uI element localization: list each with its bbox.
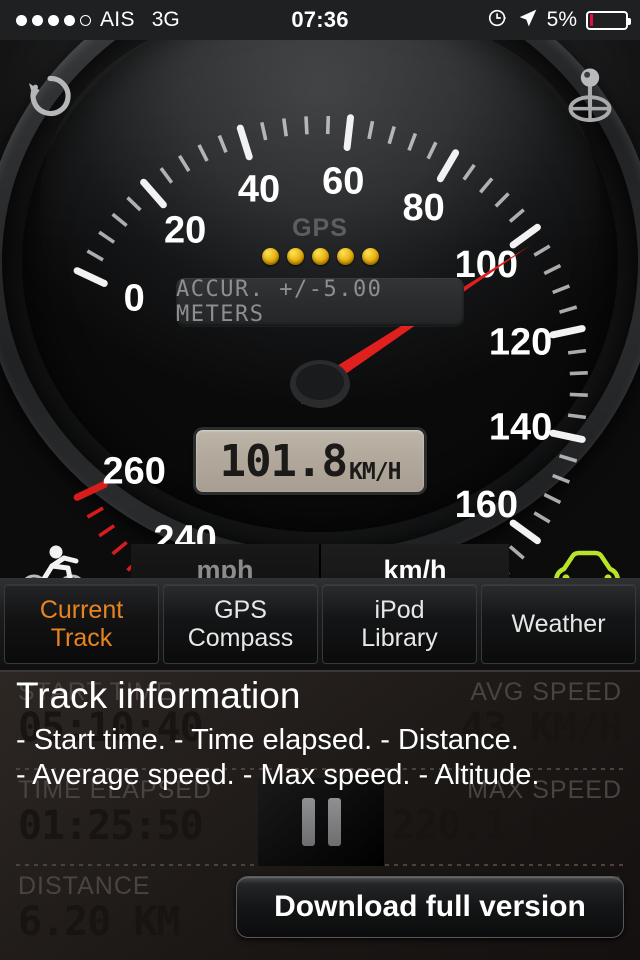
- tab-label-line2: Library: [361, 624, 438, 652]
- gps-signal-dot: [361, 248, 379, 265]
- gps-signal-dot: [261, 248, 279, 265]
- unit-option-imperial[interactable]: mph IMPERIAL: [131, 544, 319, 578]
- gauge-tick-label: 0: [124, 277, 145, 319]
- status-bar: AIS 3G 07:36 5%: [0, 0, 640, 40]
- stat-value: 05:10:40: [18, 705, 204, 751]
- reset-arrow-icon: [22, 68, 78, 129]
- stat-start-time: START TIME 05:10:40: [18, 678, 318, 751]
- gps-signal-dot: [336, 248, 354, 265]
- battery-icon: [586, 10, 631, 30]
- stat-value: 43 KM/H: [460, 705, 623, 751]
- accuracy-text: ACCUR. +/-5.00 METERS: [176, 277, 383, 327]
- gear-shift-icon: [562, 65, 618, 132]
- accuracy-display: ACCUR. +/-5.00 METERS: [176, 277, 464, 327]
- tab-weather[interactable]: Weather: [481, 584, 636, 664]
- tab-label-line1: iPod: [374, 596, 425, 624]
- tab-label-line1: GPS: [214, 596, 267, 624]
- gauge-tick-label: 40: [238, 168, 280, 210]
- gps-label: GPS: [292, 214, 348, 242]
- tab-label-line1: Current: [39, 596, 124, 624]
- metric-unit-label: km/h: [383, 554, 447, 578]
- settings-button[interactable]: [544, 52, 636, 144]
- download-button-label: Download full version: [274, 890, 586, 923]
- tab-gps[interactable]: GPS Compass: [163, 584, 318, 664]
- tab-label-line2: Track: [50, 624, 113, 652]
- status-bar-clock: 07:36: [291, 7, 349, 32]
- tab-current[interactable]: Current Track: [4, 584, 159, 664]
- gps-signal-dots: [0, 248, 640, 265]
- speedometer-panel: 020406080100120140160180200220240260: [0, 40, 640, 578]
- gauge-tick-label: 60: [322, 160, 364, 202]
- gauge-tick-label: 140: [489, 406, 552, 448]
- pause-icon: [327, 798, 341, 846]
- pause-button[interactable]: [258, 778, 384, 866]
- bicycle-icon[interactable]: [18, 542, 90, 578]
- pause-icon: [301, 798, 315, 846]
- download-full-version-button[interactable]: Download full version: [236, 876, 624, 938]
- tab-ipod[interactable]: iPod Library: [322, 584, 477, 664]
- tab-bar: Current Track GPS Compass iPod Library Weather: [0, 578, 640, 670]
- gauge-tick-label: 120: [489, 322, 552, 364]
- car-icon[interactable]: [548, 548, 626, 578]
- tab-label-line1: Weather: [511, 610, 606, 638]
- divider: [16, 768, 624, 770]
- speed-value: 101.8: [219, 435, 348, 487]
- tab-label-line2: Compass: [187, 624, 294, 652]
- stat-label: AVG SPEED: [470, 678, 622, 706]
- gps-signal-dot: [286, 248, 304, 265]
- gps-signal-dot: [311, 248, 329, 265]
- reset-button[interactable]: [4, 52, 96, 144]
- stat-label: START TIME: [18, 678, 174, 706]
- imperial-unit-label: mph: [196, 554, 254, 578]
- unit-toggle[interactable]: mph IMPERIAL km/h METRIC: [131, 544, 509, 578]
- speed-unit: KM/H: [349, 459, 401, 485]
- gauge-tick-label: 260: [102, 451, 165, 493]
- speed-display: 101.8 KM/H: [196, 430, 424, 492]
- unit-option-metric[interactable]: km/h METRIC: [319, 544, 509, 578]
- stat-avg-speed: AVG SPEED 43 KM/H: [322, 678, 623, 751]
- gauge-tick-label: 160: [455, 484, 518, 526]
